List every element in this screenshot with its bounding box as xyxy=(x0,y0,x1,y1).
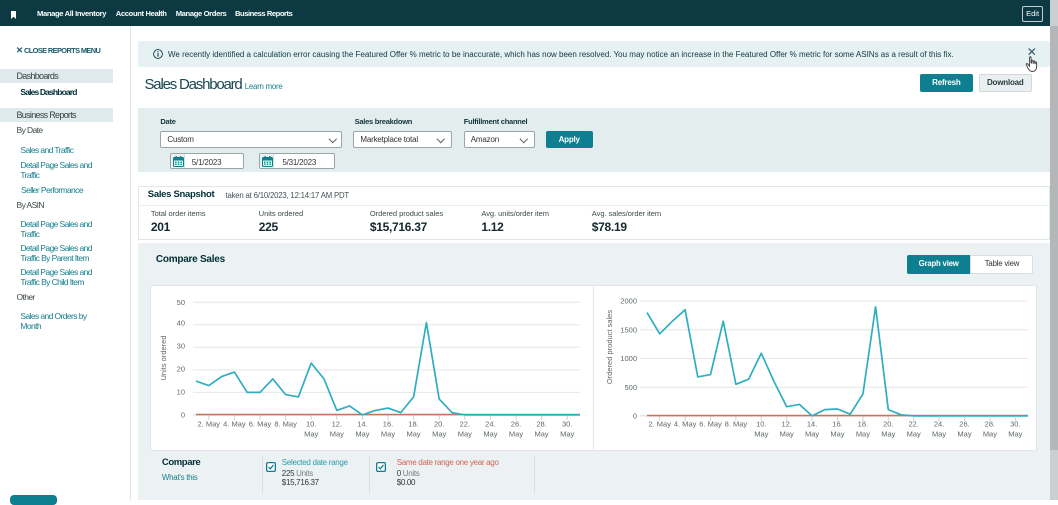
svg-text:May: May xyxy=(780,430,794,439)
svg-text:20.: 20. xyxy=(434,420,444,429)
svg-text:May: May xyxy=(535,430,549,439)
svg-text:40: 40 xyxy=(177,319,185,328)
svg-text:May: May xyxy=(483,430,497,439)
svg-text:1500: 1500 xyxy=(620,325,637,334)
svg-text:0: 0 xyxy=(633,412,637,421)
svg-text:18.: 18. xyxy=(408,420,418,429)
svg-text:14.: 14. xyxy=(357,420,367,429)
svg-text:22.: 22. xyxy=(460,420,470,429)
svg-text:May: May xyxy=(957,430,971,439)
svg-text:28.: 28. xyxy=(536,420,546,429)
svg-text:May: May xyxy=(432,430,446,439)
svg-text:May: May xyxy=(856,430,870,439)
svg-text:May: May xyxy=(458,430,472,439)
svg-text:30: 30 xyxy=(177,341,185,350)
svg-text:May: May xyxy=(805,430,819,439)
svg-text:May: May xyxy=(830,430,844,439)
svg-text:8. May: 8. May xyxy=(274,420,297,429)
svg-text:20: 20 xyxy=(177,364,185,373)
svg-text:0: 0 xyxy=(181,410,185,419)
svg-text:May: May xyxy=(1008,430,1022,439)
svg-text:10: 10 xyxy=(177,387,185,396)
svg-text:May: May xyxy=(355,430,369,439)
svg-text:May: May xyxy=(754,430,768,439)
svg-text:May: May xyxy=(509,430,523,439)
svg-text:May: May xyxy=(983,430,997,439)
svg-text:May: May xyxy=(881,430,895,439)
svg-text:12.: 12. xyxy=(332,420,342,429)
svg-text:50: 50 xyxy=(177,298,185,307)
svg-text:May: May xyxy=(907,430,921,439)
svg-text:26.: 26. xyxy=(511,420,521,429)
svg-text:May: May xyxy=(304,430,318,439)
svg-text:500: 500 xyxy=(624,383,637,392)
svg-text:6. May: 6. May xyxy=(249,420,272,429)
svg-text:May: May xyxy=(381,430,395,439)
svg-text:2000: 2000 xyxy=(620,297,637,306)
svg-text:4. May: 4. May xyxy=(223,420,246,429)
svg-text:May: May xyxy=(932,430,946,439)
svg-text:May: May xyxy=(560,430,574,439)
svg-text:1000: 1000 xyxy=(620,354,637,363)
svg-text:May: May xyxy=(407,430,421,439)
svg-text:2. May: 2. May xyxy=(198,420,221,429)
svg-text:30.: 30. xyxy=(562,420,572,429)
svg-text:10.: 10. xyxy=(306,420,316,429)
svg-text:24.: 24. xyxy=(485,420,495,429)
svg-text:Ordered product sales: Ordered product sales xyxy=(605,310,614,384)
svg-text:16.: 16. xyxy=(383,420,393,429)
svg-text:Units ordered: Units ordered xyxy=(159,335,168,380)
svg-text:May: May xyxy=(330,430,344,439)
